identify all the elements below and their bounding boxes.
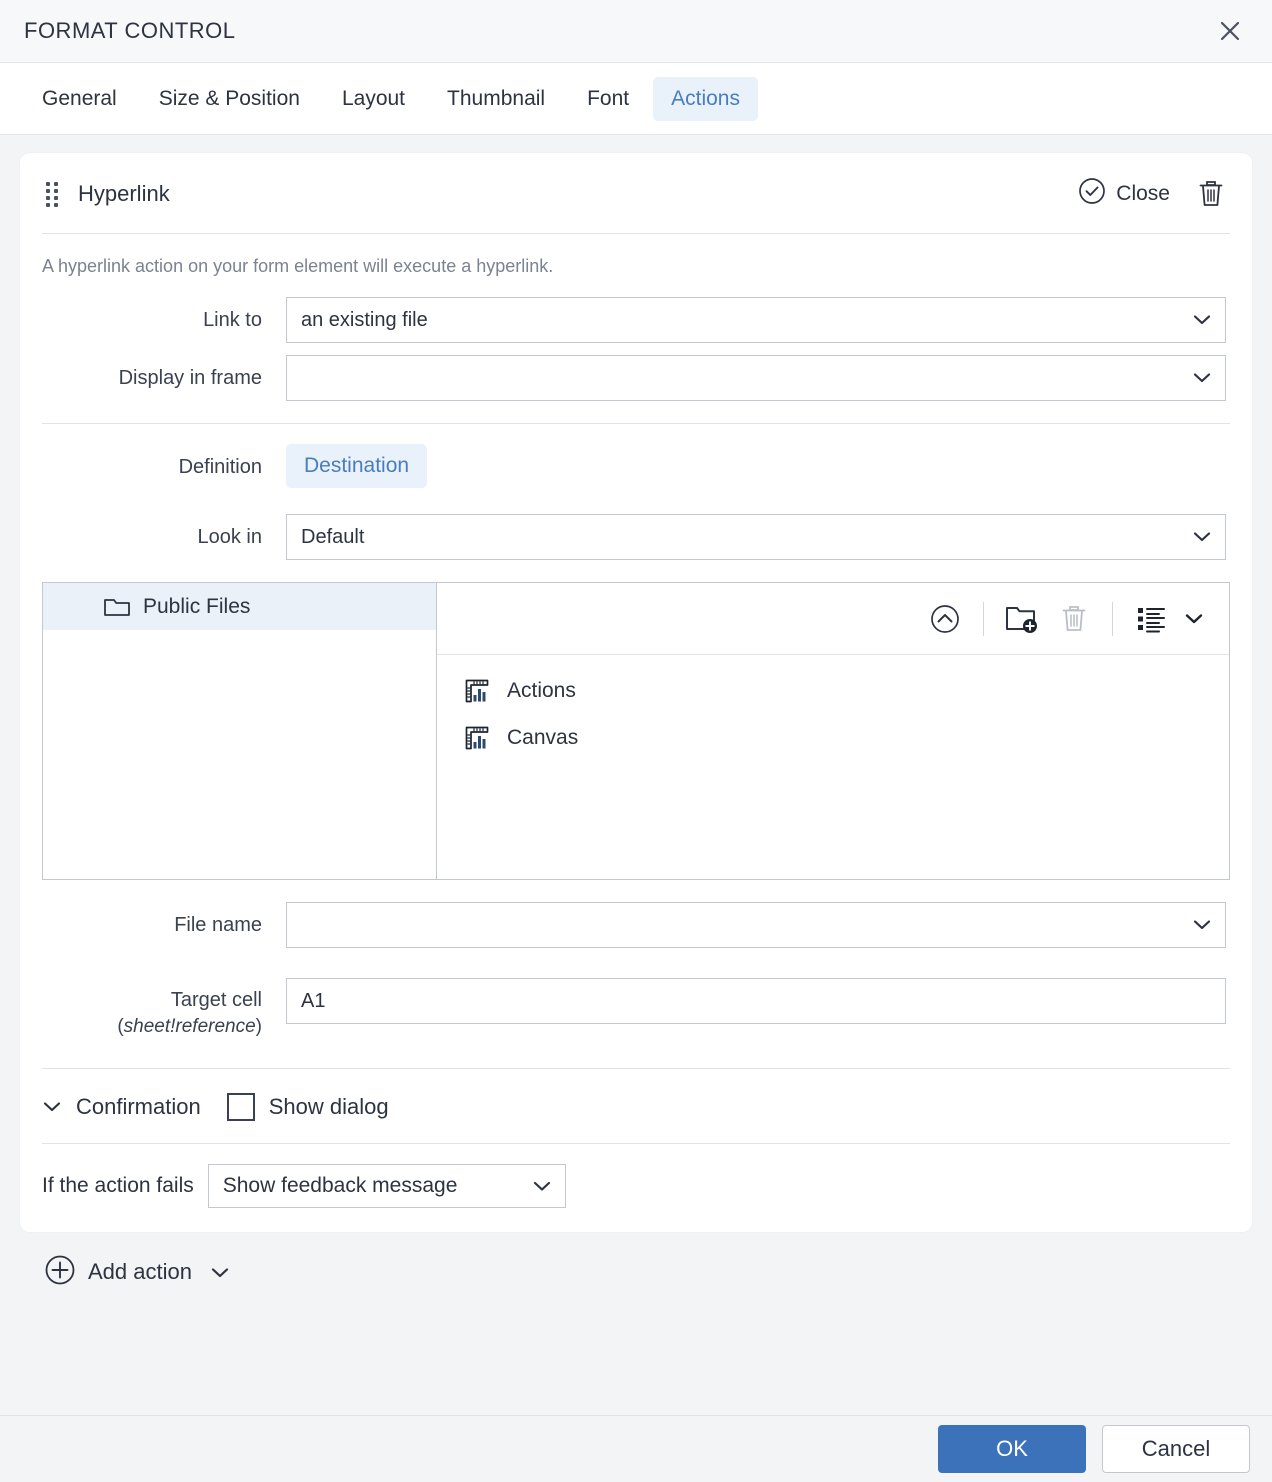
dialog-titlebar: FORMAT CONTROL (0, 0, 1272, 63)
chevron-down-icon[interactable] (1177, 593, 1211, 645)
add-action-label: Add action (88, 1259, 192, 1285)
show-dialog-checkbox[interactable] (226, 1092, 255, 1121)
row-display-in-frame: Display in frame (20, 349, 1252, 407)
dialog-body: Hyperlink Close A hyperlink action on yo… (0, 135, 1272, 1415)
tab-size-position[interactable]: Size & Position (141, 77, 318, 121)
chevron-down-icon (1193, 526, 1211, 549)
file-browser-tree: Public Files (43, 583, 437, 879)
row-link-to: Link to an existing file (20, 291, 1252, 349)
confirmation-label: Confirmation (76, 1093, 201, 1119)
page-title: FORMAT CONTROL (24, 18, 236, 43)
tab-bar: General Size & Position Layout Thumbnail… (0, 63, 1272, 135)
chevron-down-icon[interactable] (42, 1100, 62, 1113)
action-description: A hyperlink action on your form element … (42, 256, 554, 276)
look-in-value: Default (301, 525, 365, 548)
file-list: Actions Canvas (437, 655, 1229, 879)
cancel-button[interactable]: Cancel (1102, 1425, 1250, 1473)
chevron-down-icon (1193, 914, 1211, 937)
close-action-label: Close (1116, 182, 1170, 205)
link-to-select[interactable]: an existing file (286, 297, 1226, 343)
file-item-label: Canvas (507, 725, 579, 749)
folder-icon (103, 595, 131, 619)
tab-actions[interactable]: Actions (653, 76, 758, 121)
action-card-title: Hyperlink (78, 181, 170, 206)
target-cell-label-sub-italic: sheet!reference (123, 1016, 256, 1037)
definition-label: Definition (178, 456, 262, 478)
toolbar-divider (983, 601, 984, 636)
add-action-button[interactable]: Add action (20, 1232, 1252, 1291)
row-confirmation: Confirmation Show dialog (20, 1079, 1252, 1131)
tab-font[interactable]: Font (569, 77, 647, 121)
destination-button[interactable]: Destination (286, 444, 428, 488)
spreadsheet-icon (463, 724, 491, 752)
new-folder-icon[interactable] (996, 593, 1048, 645)
display-in-frame-label: Display in frame (118, 367, 262, 389)
tree-item-public-files[interactable]: Public Files (43, 583, 436, 630)
file-name-label: File name (174, 914, 262, 936)
target-cell-value: A1 (301, 989, 326, 1012)
dialog-footer: OK Cancel (0, 1415, 1272, 1482)
look-in-label: Look in (197, 526, 263, 548)
file-browser-panel: Actions Canvas (437, 583, 1229, 879)
file-item-canvas[interactable]: Canvas (437, 714, 1229, 761)
ok-button[interactable]: OK (938, 1425, 1086, 1473)
list-view-icon[interactable] (1125, 593, 1177, 645)
action-card-hyperlink: Hyperlink Close A hyperlink action on yo… (20, 153, 1252, 1232)
chevron-down-icon (1193, 367, 1211, 390)
file-browser-toolbar (437, 583, 1229, 655)
chevron-down-icon[interactable] (210, 1266, 230, 1279)
close-icon[interactable] (1210, 11, 1250, 51)
row-definition: Definition Destination (20, 438, 1252, 496)
tab-general[interactable]: General (24, 77, 135, 121)
action-card-header: Hyperlink Close (20, 153, 1252, 233)
tree-item-label: Public Files (143, 594, 251, 618)
up-level-icon[interactable] (919, 593, 971, 645)
row-look-in: Look in Default (20, 508, 1252, 566)
target-cell-label-sub: (sheet!reference) (117, 1016, 262, 1037)
target-cell-label-main: Target cell (170, 989, 262, 1011)
tab-layout[interactable]: Layout (324, 77, 423, 121)
chevron-down-icon (533, 1174, 551, 1198)
file-item-actions[interactable]: Actions (437, 667, 1229, 714)
drag-handle-icon[interactable] (46, 182, 62, 207)
row-target-cell: Target cell (sheet!reference) A1 (20, 972, 1252, 1046)
on-fail-label: If the action fails (42, 1173, 194, 1197)
look-in-select[interactable]: Default (286, 514, 1226, 560)
plus-circle-icon (44, 1254, 76, 1291)
target-cell-label: Target cell (sheet!reference) (42, 978, 286, 1040)
chevron-down-icon (1193, 309, 1211, 332)
close-action-button[interactable]: Close (1078, 177, 1170, 211)
show-dialog-label[interactable]: Show dialog (269, 1094, 389, 1120)
display-in-frame-select[interactable] (286, 355, 1226, 401)
check-circle-icon (1078, 177, 1106, 211)
toolbar-divider (1112, 601, 1113, 636)
on-fail-select[interactable]: Show feedback message (207, 1163, 566, 1208)
file-browser: Public Files Actions Canvas (42, 582, 1230, 880)
format-control-dialog: FORMAT CONTROL General Size & Position L… (0, 0, 1272, 1482)
file-item-label: Actions (507, 678, 576, 702)
trash-icon[interactable] (1196, 178, 1226, 210)
on-fail-value: Show feedback message (222, 1173, 458, 1197)
delete-icon[interactable] (1048, 593, 1100, 645)
link-to-value: an existing file (301, 308, 428, 331)
spreadsheet-icon (463, 677, 491, 705)
row-file-name: File name (20, 896, 1252, 954)
tab-thumbnail[interactable]: Thumbnail (429, 77, 563, 121)
target-cell-input[interactable]: A1 (286, 978, 1226, 1024)
link-to-label: Link to (203, 309, 262, 331)
row-on-fail: If the action fails Show feedback messag… (20, 1150, 1252, 1214)
action-card-header-actions: Close (1078, 177, 1226, 211)
file-name-select[interactable] (286, 902, 1226, 948)
